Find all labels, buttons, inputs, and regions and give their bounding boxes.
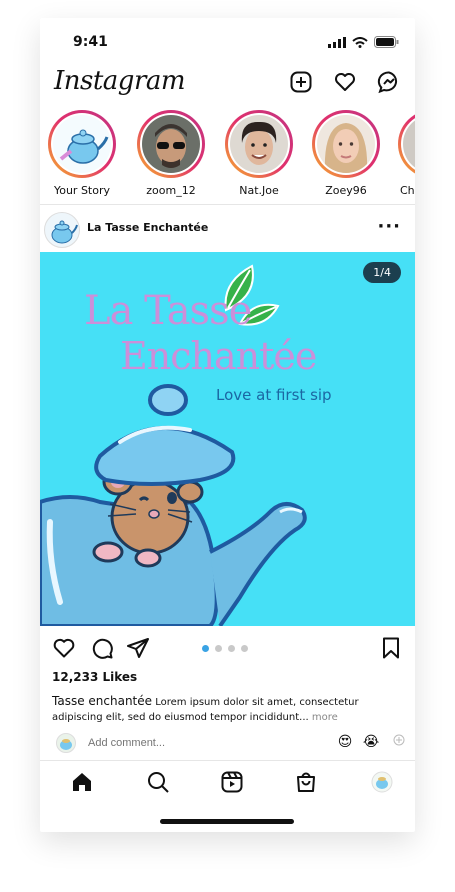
add-emoji-icon[interactable] bbox=[390, 733, 408, 751]
crying-emoji[interactable]: 😭 bbox=[362, 733, 380, 751]
likes-count[interactable]: 12,233 Likes bbox=[52, 670, 137, 684]
save-icon[interactable] bbox=[379, 636, 403, 660]
heart-icon[interactable] bbox=[333, 70, 357, 94]
caption-more-link[interactable]: more bbox=[312, 712, 338, 723]
story-label: Your Story bbox=[53, 184, 111, 197]
status-bar: 9:41 bbox=[40, 18, 415, 62]
status-icons bbox=[328, 36, 399, 48]
stories-row: Your Story zoom_12 Nat.Joe Zoey96 Che bbox=[40, 106, 415, 204]
messenger-icon[interactable] bbox=[377, 70, 401, 94]
wifi-icon bbox=[352, 36, 368, 48]
comment-avatar bbox=[56, 733, 76, 753]
reels-icon[interactable] bbox=[220, 770, 244, 794]
user-avatar bbox=[230, 115, 288, 173]
profile-icon[interactable] bbox=[370, 770, 394, 794]
story-label: zoom_12 bbox=[146, 184, 196, 197]
story-label: Nat.Joe bbox=[239, 184, 279, 197]
like-icon[interactable] bbox=[52, 636, 76, 660]
bottom-nav bbox=[40, 760, 415, 804]
story-your-story[interactable]: Your Story bbox=[46, 110, 118, 197]
home-indicator bbox=[160, 819, 294, 824]
image-counter: 1/4 bbox=[363, 262, 401, 283]
search-icon[interactable] bbox=[146, 770, 170, 794]
teapot-mouse-illustration bbox=[40, 384, 307, 626]
heart-eyes-emoji[interactable]: 😍 bbox=[336, 733, 354, 751]
phone-frame: 9:41 Instagram Your Story zoom_12 Nat.Jo… bbox=[40, 18, 415, 832]
battery-icon bbox=[374, 36, 399, 48]
post-caption: Tasse enchantée Lorem ipsum dolor sit am… bbox=[52, 694, 407, 725]
story-nat-joe[interactable]: Nat.Joe bbox=[223, 110, 295, 197]
share-icon[interactable] bbox=[126, 636, 150, 660]
user-avatar bbox=[142, 115, 200, 173]
add-comment-input[interactable] bbox=[88, 737, 288, 749]
shop-icon[interactable] bbox=[294, 770, 318, 794]
comment-icon[interactable] bbox=[90, 636, 114, 660]
more-options-icon[interactable]: ··· bbox=[377, 216, 401, 237]
post-actions bbox=[40, 626, 415, 670]
new-post-icon[interactable] bbox=[289, 70, 313, 94]
brand-title-line2: Enchantée bbox=[120, 334, 317, 378]
instagram-logo: Instagram bbox=[54, 66, 186, 96]
user-avatar bbox=[403, 115, 415, 173]
comment-bar: 😍 😭 bbox=[40, 730, 415, 756]
carousel-indicator bbox=[202, 645, 248, 652]
story-label: Zoey96 bbox=[325, 184, 367, 197]
status-time: 9:41 bbox=[73, 34, 108, 50]
home-icon[interactable] bbox=[70, 770, 94, 794]
post-username[interactable]: La Tasse Enchantée bbox=[87, 221, 208, 234]
user-avatar bbox=[317, 115, 375, 173]
story-label: Che bbox=[400, 184, 415, 197]
teapot-avatar bbox=[53, 115, 111, 173]
caption-username[interactable]: Tasse enchantée bbox=[52, 694, 152, 708]
story-zoey96[interactable]: Zoey96 bbox=[310, 110, 382, 197]
story-che[interactable]: Che bbox=[396, 110, 415, 197]
signal-icon bbox=[328, 36, 346, 48]
app-header: Instagram bbox=[40, 62, 415, 106]
story-zoom-12[interactable]: zoom_12 bbox=[135, 110, 207, 197]
divider bbox=[40, 204, 415, 205]
teapot-icon bbox=[51, 220, 78, 244]
post-image[interactable]: 1/4 La Tasse Enchantée Love at first sip bbox=[40, 252, 415, 626]
post-avatar[interactable] bbox=[44, 212, 80, 248]
brand-title-line1: La Tasse bbox=[84, 288, 252, 334]
post-header: La Tasse Enchantée ··· bbox=[40, 206, 415, 252]
